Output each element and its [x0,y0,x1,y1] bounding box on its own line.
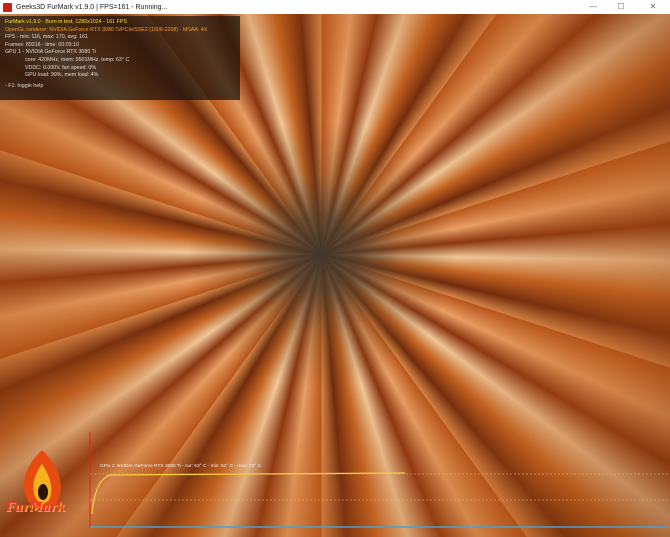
furmark-app-icon [3,2,12,12]
maximize-button[interactable]: ☐ [610,0,632,14]
graph-label: GPU 1: NVIDIA GeForce RTX 3080 Ti - cur:… [100,464,262,469]
close-button[interactable]: ✕ [642,0,664,14]
temperature-curve [91,472,406,515]
window-title: Geeks3D FurMark v1.9.0 | FPS=161 - Runni… [16,3,168,11]
render-viewport: FurMark v1.9.0 - Burn-in test, 1280x1024… [0,14,670,537]
temperature-graph [89,432,668,528]
title-bar: Geeks3D FurMark v1.9.0 | FPS=161 - Runni… [0,0,670,14]
minimize-button[interactable]: — [582,0,604,14]
logo-text: FurMark [6,500,66,514]
